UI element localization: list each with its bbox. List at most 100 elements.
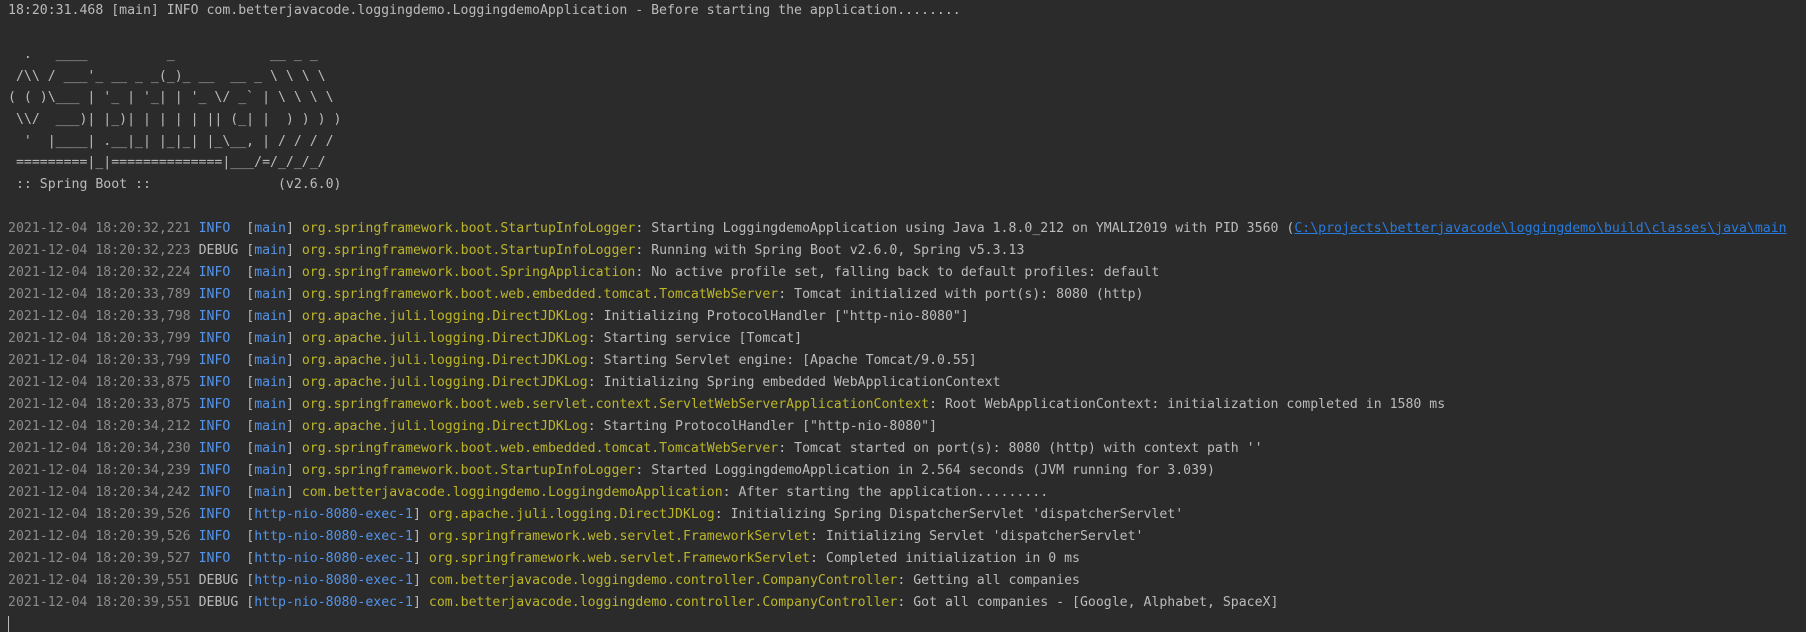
banner-line: :: Spring Boot :: (v2.6.0)	[8, 177, 342, 193]
log-message: Starting ProtocolHandler ["http-nio-8080…	[603, 418, 938, 434]
spring-boot-banner: . ____ _ __ _ _ /\\ / ___'_ __ _ _(_)_ _…	[8, 44, 1806, 196]
log-logger: org.apache.juli.logging.DirectJDKLog	[301, 308, 588, 324]
log-timestamp: 2021-12-04 18:20:34,212	[8, 418, 191, 434]
thread-bracket-open: [	[246, 396, 255, 412]
log-logger: org.springframework.boot.SpringApplicati…	[301, 264, 636, 280]
thread-bracket-open: [	[246, 286, 255, 302]
log-separator: :	[897, 572, 914, 588]
log-message: Root WebApplicationContext: initializati…	[944, 396, 1446, 412]
log-line: 2021-12-04 18:20:33,798 INFO [main] org.…	[8, 306, 1806, 328]
log-level: INFO	[198, 484, 239, 500]
log-level: INFO	[198, 396, 239, 412]
log-timestamp: 2021-12-04 18:20:33,789	[8, 286, 191, 302]
log-line: 2021-12-04 18:20:34,242 INFO [main] com.…	[8, 482, 1806, 504]
log-thread: main	[254, 462, 286, 478]
thread-bracket-close: ]	[285, 330, 294, 346]
thread-bracket-close: ]	[285, 220, 294, 236]
log-thread: main	[254, 308, 286, 324]
banner-line: ' |____| .__|_| |_|_| |_\__, | / / / /	[8, 133, 334, 149]
log-timestamp: 2021-12-04 18:20:39,527	[8, 550, 191, 566]
log-level: DEBUG	[198, 242, 239, 258]
log-level: INFO	[198, 220, 239, 236]
log-timestamp: 2021-12-04 18:20:33,799	[8, 352, 191, 368]
thread-bracket-close: ]	[285, 374, 294, 390]
console-output[interactable]: 18:20:31.468 [main] INFO com.betterjavac…	[0, 0, 1806, 632]
log-level: INFO	[198, 462, 239, 478]
log-thread: main	[254, 330, 286, 346]
log-line: 2021-12-04 18:20:33,799 INFO [main] org.…	[8, 350, 1806, 372]
thread-bracket-open: [	[246, 418, 255, 434]
log-level: INFO	[198, 506, 239, 522]
log-separator: :	[635, 242, 652, 258]
log-timestamp: 2021-12-04 18:20:33,875	[8, 374, 191, 390]
thread-bracket-close: ]	[285, 242, 294, 258]
log-separator: :	[587, 330, 604, 346]
log-logger: com.betterjavacode.loggingdemo.Loggingde…	[301, 484, 723, 500]
log-timestamp: 2021-12-04 18:20:32,224	[8, 264, 191, 280]
log-line: 2021-12-04 18:20:39,551 DEBUG [http-nio-…	[8, 592, 1806, 614]
log-lines: 2021-12-04 18:20:32,221 INFO [main] org.…	[8, 218, 1806, 614]
log-timestamp: 2021-12-04 18:20:39,551	[8, 594, 191, 610]
log-level: DEBUG	[198, 572, 239, 588]
banner-line: /\\ / ___'_ __ _ _(_)_ __ __ _ \ \ \ \	[8, 68, 326, 84]
log-logger: org.springframework.web.servlet.Framewor…	[428, 550, 810, 566]
thread-bracket-close: ]	[285, 440, 294, 456]
log-separator: :	[587, 418, 604, 434]
log-timestamp: 2021-12-04 18:20:39,526	[8, 528, 191, 544]
log-message: Initializing ProtocolHandler ["http-nio-…	[603, 308, 969, 324]
log-thread: http-nio-8080-exec-1	[254, 528, 413, 544]
thread-bracket-open: [	[246, 572, 255, 588]
log-thread: main	[254, 418, 286, 434]
thread-bracket-open: [	[246, 242, 255, 258]
log-separator: :	[778, 286, 795, 302]
log-level: INFO	[198, 330, 239, 346]
log-message: Tomcat initialized with port(s): 8080 (h…	[794, 286, 1144, 302]
thread-bracket-open: [	[246, 264, 255, 280]
log-timestamp: 2021-12-04 18:20:32,221	[8, 220, 191, 236]
log-logger: org.springframework.boot.StartupInfoLogg…	[301, 462, 636, 478]
thread-bracket-open: [	[246, 352, 255, 368]
log-path-link[interactable]: C:\projects\betterjavacode\loggingdemo\b…	[1294, 221, 1786, 236]
log-timestamp: 2021-12-04 18:20:33,875	[8, 396, 191, 412]
log-line: 2021-12-04 18:20:39,526 INFO [http-nio-8…	[8, 504, 1806, 526]
log-line: 2021-12-04 18:20:39,551 DEBUG [http-nio-…	[8, 570, 1806, 592]
thread-bracket-open: [	[246, 506, 255, 522]
thread-bracket-open: [	[246, 220, 255, 236]
log-timestamp: 2021-12-04 18:20:34,230	[8, 440, 191, 456]
thread-bracket-close: ]	[285, 462, 294, 478]
log-separator: :	[587, 308, 604, 324]
log-logger: org.springframework.boot.web.servlet.con…	[301, 396, 930, 412]
log-message: Started LoggingdemoApplication in 2.564 …	[651, 462, 1215, 478]
log-separator: :	[714, 506, 731, 522]
log-thread: main	[254, 286, 286, 302]
log-thread: http-nio-8080-exec-1	[254, 572, 413, 588]
banner-line: ( ( )\___ | '_ | '_| | '_ \/ _` | \ \ \ …	[8, 90, 334, 106]
log-timestamp: 2021-12-04 18:20:34,242	[8, 484, 191, 500]
thread-bracket-close: ]	[412, 506, 421, 522]
log-logger: com.betterjavacode.loggingdemo.controlle…	[428, 594, 898, 610]
log-message: Tomcat started on port(s): 8080 (http) w…	[794, 440, 1263, 456]
thread-bracket-close: ]	[412, 528, 421, 544]
log-thread: main	[254, 484, 286, 500]
log-timestamp: 2021-12-04 18:20:32,223	[8, 242, 191, 258]
log-level: INFO	[198, 286, 239, 302]
prompt-line[interactable]	[8, 614, 1806, 632]
log-logger: org.springframework.boot.web.embedded.to…	[301, 440, 779, 456]
log-level: INFO	[198, 528, 239, 544]
log-thread: main	[254, 242, 286, 258]
log-logger: org.apache.juli.logging.DirectJDKLog	[301, 374, 588, 390]
log-line: 2021-12-04 18:20:34,230 INFO [main] org.…	[8, 438, 1806, 460]
log-logger: org.apache.juli.logging.DirectJDKLog	[301, 330, 588, 346]
log-separator: :	[929, 396, 945, 412]
log-thread: http-nio-8080-exec-1	[254, 594, 413, 610]
log-logger: org.springframework.boot.web.embedded.to…	[301, 286, 779, 302]
log-line: 2021-12-04 18:20:33,789 INFO [main] org.…	[8, 284, 1806, 306]
thread-bracket-close: ]	[285, 396, 294, 412]
log-message: Getting all companies	[913, 572, 1080, 588]
log-message: Starting Servlet engine: [Apache Tomcat/…	[603, 352, 977, 368]
log-thread: main	[254, 220, 286, 236]
thread-bracket-open: [	[246, 462, 255, 478]
log-message: Initializing Servlet 'dispatcherServlet'	[825, 528, 1144, 544]
log-message: Running with Spring Boot v2.6.0, Spring …	[651, 242, 1025, 258]
